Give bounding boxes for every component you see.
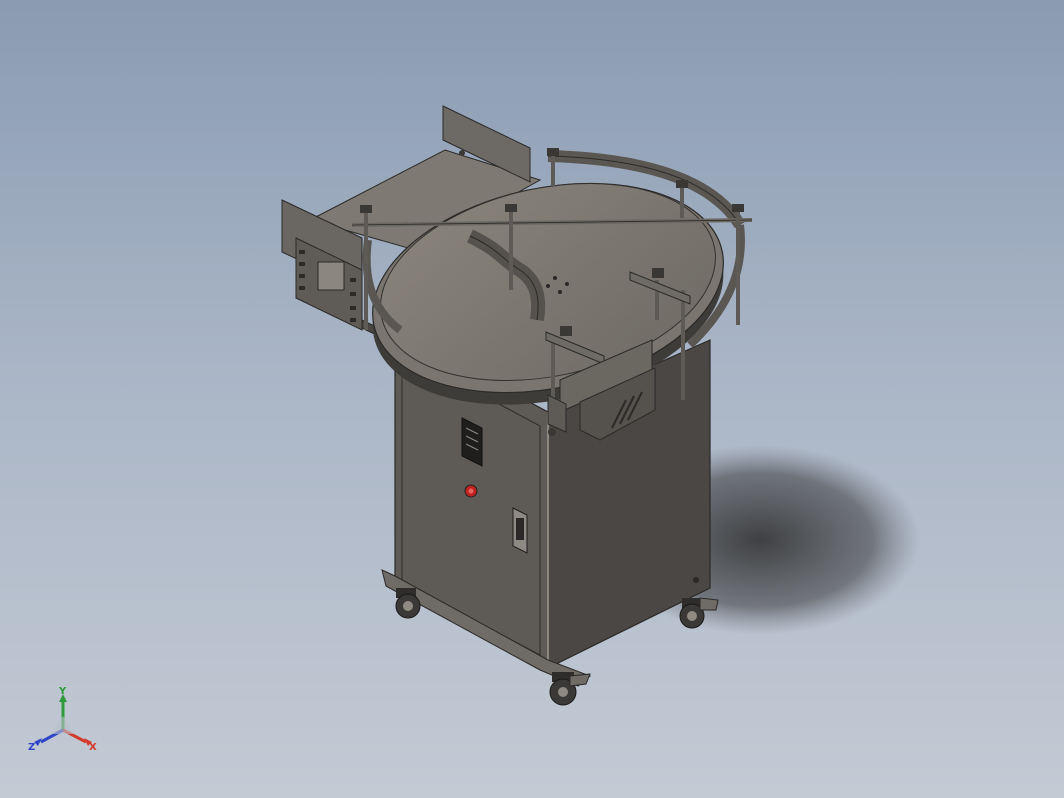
- turntable-model-3d-view[interactable]: [0, 0, 1064, 798]
- z-axis-label: Z: [28, 742, 35, 753]
- caster-front-right: [549, 672, 591, 706]
- triad-origin: [50, 716, 76, 734]
- cad-viewport[interactable]: Y X Z: [0, 0, 1064, 798]
- x-axis-label: X: [89, 742, 97, 753]
- orientation-triad[interactable]: Y X Z: [26, 686, 106, 756]
- y-axis-label: Y: [58, 686, 67, 697]
